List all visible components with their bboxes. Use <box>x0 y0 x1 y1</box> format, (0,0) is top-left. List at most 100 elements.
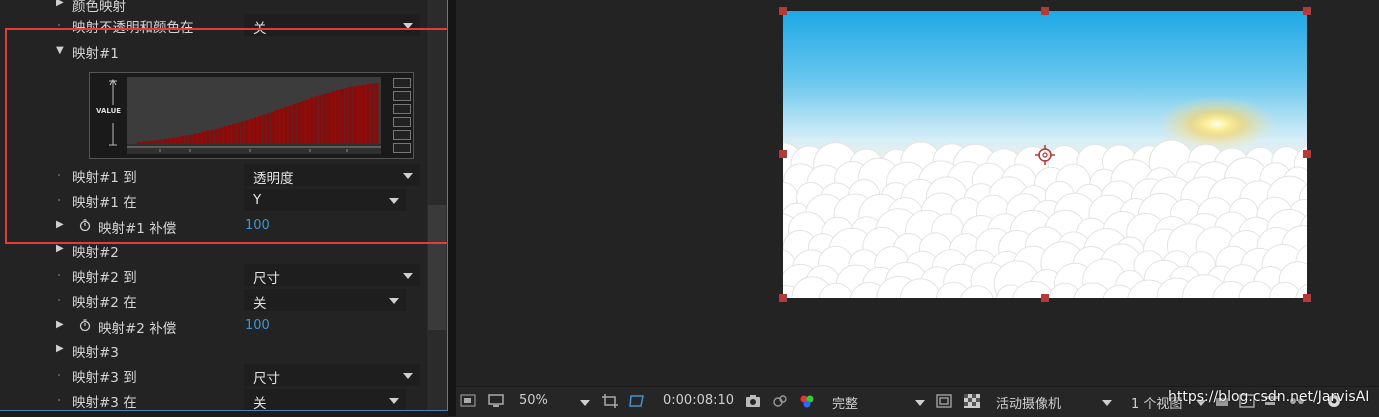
camera-chevron-down-icon[interactable] <box>1102 400 1112 406</box>
transform-handle-top-left[interactable] <box>779 7 787 15</box>
property-label: 映射#1 在 <box>72 195 137 211</box>
transform-handle-top[interactable] <box>1041 7 1049 15</box>
property-row-map3-to: 映射#3 到 尺寸 <box>0 363 427 387</box>
chevron-down-icon <box>403 173 413 179</box>
resolution-chevron-down-icon[interactable] <box>915 400 925 406</box>
property-row-map2-offset: ▶ 映射#2 补偿 100 <box>0 314 427 338</box>
snapshot-camera-icon[interactable] <box>745 394 761 408</box>
preset-step-icon[interactable] <box>393 143 411 153</box>
curve-bar <box>180 136 185 144</box>
curve-bar <box>210 129 215 144</box>
stopwatch-icon[interactable] <box>79 319 91 331</box>
camera-select[interactable]: 活动摄像机 <box>996 393 1061 412</box>
chevron-down-icon <box>403 273 413 279</box>
curve-bar <box>331 91 336 144</box>
curve-plot-area[interactable] <box>127 77 381 144</box>
curve-bar <box>175 137 180 144</box>
transparency-grid-icon[interactable] <box>629 394 645 408</box>
curve-bar <box>193 133 198 144</box>
expand-triangle-icon[interactable]: ▶ <box>56 219 64 230</box>
map3-in-dropdown[interactable]: 关 <box>244 389 406 412</box>
color-channels-icon[interactable] <box>799 394 815 408</box>
curve-bar <box>370 83 375 144</box>
map1-to-dropdown[interactable]: 透明度 <box>244 164 420 187</box>
checkerboard-icon[interactable] <box>964 394 980 408</box>
map3-to-dropdown[interactable]: 尺寸 <box>244 364 420 387</box>
property-row-map1-in: 映射#1 在 Y <box>0 188 427 212</box>
preset-wave-icon[interactable] <box>393 130 411 140</box>
group-row-map2[interactable]: ▶ 映射#2 <box>0 238 427 262</box>
stopwatch-icon[interactable] <box>79 219 91 231</box>
map1-in-dropdown[interactable]: Y <box>244 189 406 211</box>
row-dot <box>58 199 60 201</box>
transform-handle-left[interactable] <box>779 150 787 158</box>
property-label: 映射#1 补偿 <box>98 221 177 237</box>
anchor-point-icon[interactable] <box>1035 145 1055 165</box>
preset-peak-icon[interactable] <box>393 104 411 114</box>
curve-bar <box>322 93 327 144</box>
map1-offset-value[interactable]: 100 <box>245 218 270 233</box>
transform-handle-right[interactable] <box>1303 150 1311 158</box>
curve-bar <box>357 85 362 144</box>
map2-to-dropdown[interactable]: 尺寸 <box>244 264 420 287</box>
value-arrow-icon <box>109 79 117 146</box>
curve-bar <box>335 90 340 144</box>
expand-triangle-icon[interactable]: ▶ <box>56 319 64 330</box>
preset-flat-icon[interactable] <box>393 78 411 88</box>
curve-bar <box>327 92 332 144</box>
row-dot <box>58 299 60 301</box>
collapse-triangle-icon[interactable]: ▼ <box>56 45 64 56</box>
expand-triangle-icon[interactable]: ▶ <box>56 0 64 8</box>
effect-controls-panel: ▶ 颜色映射 映射不透明和颜色在 关 ▼ 映射#1 VALUE 映射#1 到 透… <box>0 0 448 416</box>
always-preview-icon[interactable] <box>460 394 476 408</box>
curve-bar <box>309 97 314 144</box>
curve-bar <box>236 122 241 144</box>
preset-ramp-icon[interactable] <box>393 91 411 101</box>
curve-bar <box>283 106 288 144</box>
crop-region-icon[interactable] <box>602 394 618 408</box>
curve-bar <box>262 114 267 144</box>
region-of-interest-icon[interactable] <box>936 394 952 408</box>
transform-handle-bottom-right[interactable] <box>1303 294 1311 302</box>
preset-ramp-down-icon[interactable] <box>393 117 411 127</box>
dropdown-value: 关 <box>253 296 267 312</box>
property-row-map3-in: 映射#3 在 关 <box>0 388 427 412</box>
property-row-map-opacity-color: 映射不透明和颜色在 关 <box>0 13 427 37</box>
curve-bar <box>197 133 202 144</box>
map2-offset-value[interactable]: 100 <box>245 318 270 333</box>
row-dot <box>58 374 60 376</box>
transform-handle-bottom-left[interactable] <box>779 294 787 302</box>
expand-triangle-icon[interactable]: ▶ <box>56 243 64 254</box>
curve-bar <box>188 134 193 144</box>
expand-triangle-icon[interactable]: ▶ <box>56 343 64 354</box>
row-dot <box>58 24 60 26</box>
group-row-map1[interactable]: ▼ 映射#1 <box>0 39 427 63</box>
dropdown-value: 尺寸 <box>253 271 280 287</box>
current-timecode[interactable]: 0:00:08:10 <box>663 393 734 408</box>
panel-scrollbar-thumb[interactable] <box>428 205 446 330</box>
curve-bar <box>219 127 224 144</box>
curve-bar <box>258 115 262 144</box>
mapping-curve-graph[interactable]: VALUE <box>89 72 414 159</box>
panel-divider[interactable] <box>448 0 456 416</box>
resolution-select[interactable]: 完整 <box>832 393 858 412</box>
curve-bar <box>253 117 258 144</box>
map-opacity-color-dropdown[interactable]: 关 <box>244 14 420 37</box>
map2-in-dropdown[interactable]: 关 <box>244 289 406 312</box>
zoom-chevron-down-icon[interactable] <box>580 400 590 406</box>
transform-handle-bottom[interactable] <box>1041 294 1049 302</box>
dropdown-value: 尺寸 <box>253 371 280 387</box>
curve-bar <box>314 96 319 144</box>
curve-bar <box>266 112 271 144</box>
watermark-url: https://blog.csdn.net/JarvisAI <box>1168 389 1370 405</box>
curve-bar <box>227 125 232 144</box>
monitor-icon[interactable] <box>488 394 504 408</box>
row-dot <box>58 274 60 276</box>
curve-bar <box>275 109 280 144</box>
chevron-down-icon <box>389 398 399 404</box>
group-row-map3[interactable]: ▶ 映射#3 <box>0 338 427 362</box>
show-snapshot-icon[interactable] <box>772 394 788 408</box>
zoom-level[interactable]: 50% <box>519 393 548 408</box>
value-label: VALUE <box>96 107 122 115</box>
transform-handle-top-right[interactable] <box>1303 7 1311 15</box>
